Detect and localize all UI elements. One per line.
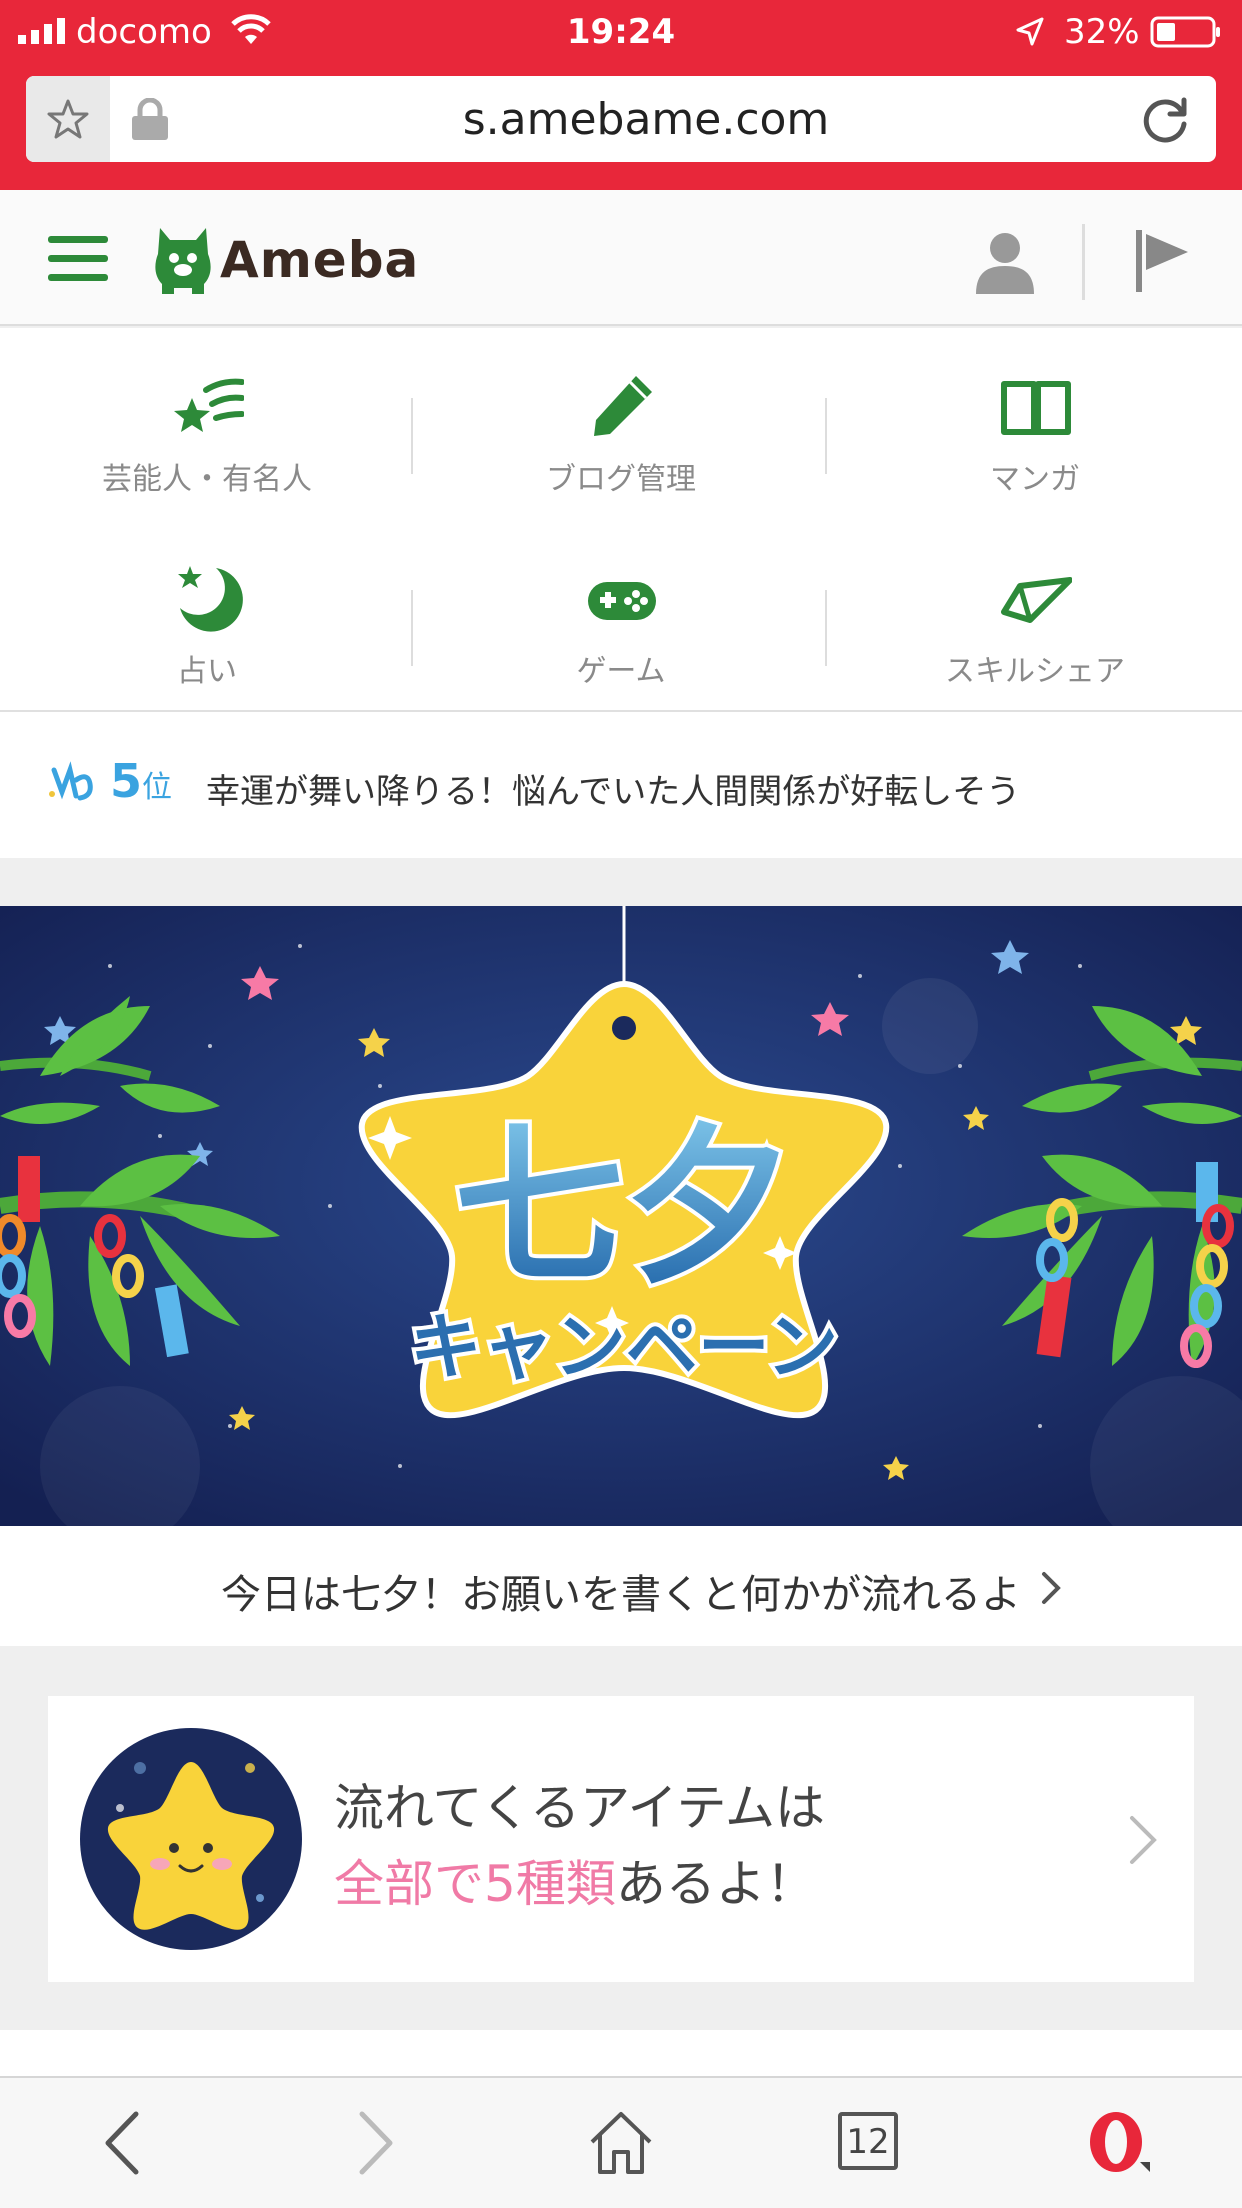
ameba-logo[interactable]: Ameba [152,224,419,296]
tanabata-campaign-banner[interactable]: 七夕 キャンペーン [0,906,1242,1526]
banner-artwork: 七夕 キャンペーン [0,906,1242,1526]
fortune-message: 幸運が舞い降りる！悩んでいた人間関係が好転しそう [206,772,1021,812]
status-bar: docomo 19:24 32% [0,0,1242,62]
location-arrow-icon [1016,17,1044,46]
menu-label: マンガ [990,462,1080,497]
star-character-icon [80,1728,302,1950]
forward-icon[interactable] [338,2108,408,2178]
url-text[interactable]: s.amebame.com [186,94,1106,145]
banner-caption-link[interactable]: 今日は七夕！お願いを書くと何かが流れるよ [0,1526,1242,1646]
hamburger-menu-icon[interactable] [48,236,108,282]
battery-percent: 32% [1064,12,1140,52]
menu-item-manga[interactable]: マンガ [828,328,1242,520]
browser-toolbar: 12 [0,2076,1242,2208]
rank-number: 5 [110,754,143,808]
category-menu: 芸能人・有名人 ブログ管理 マンガ 占い ゲーム スキルシェア [0,328,1242,712]
card-line-1: 流れてくるアイテムは [334,1779,825,1837]
menu-divider [825,398,827,474]
lock-icon [132,98,168,140]
star-icon [47,99,89,139]
rank-unit: 位 [142,770,173,805]
menu-label: 芸能人・有名人 [102,462,312,497]
celebrity-star-icon [174,378,244,432]
logo-text: Ameba [220,231,420,289]
menu-item-celebrity[interactable]: 芸能人・有名人 [0,328,414,520]
moon-star-icon [178,566,243,632]
info-card[interactable]: 流れてくるアイテムは 全部で5種類あるよ！ [48,1696,1194,1982]
app-header: Ameba [0,190,1242,326]
pencil-icon [594,376,652,436]
ameba-mascot-icon [155,228,211,294]
zodiac-sign-icon [49,761,93,801]
menu-label: 占い [177,654,237,689]
fortune-rank-row[interactable]: 5位 幸運が舞い降りる！悩んでいた人間関係が好転しそう [0,712,1242,858]
info-card-section: 流れてくるアイテムは 全部で5種類あるよ！ [0,1646,1242,2030]
reload-icon[interactable] [1138,92,1192,146]
chevron-right-icon [1130,1816,1157,1864]
opera-menu-icon[interactable] [1084,2108,1154,2178]
back-icon[interactable] [90,2108,160,2178]
menu-divider [411,398,413,474]
tabs-button[interactable]: 12 [838,2112,898,2170]
flag-icon[interactable] [1132,228,1192,294]
fortune-rank: 5位 [110,754,172,808]
paper-plane-icon [1001,577,1072,623]
user-icon[interactable] [974,230,1036,294]
menu-item-skill-share[interactable]: スキルシェア [828,520,1242,712]
card-line-2-rest: あるよ！ [615,1855,816,1913]
menu-divider [411,590,413,666]
header-divider [1082,224,1085,300]
menu-label: ゲーム [576,654,666,689]
clock: 19:24 [566,12,676,52]
menu-divider [825,590,827,666]
menu-item-game[interactable]: ゲーム [414,520,828,712]
book-icon [1001,381,1071,435]
banner-subtitle: キャンペーン [410,1305,838,1389]
card-line-2: 全部で5種類あるよ！ [334,1844,816,1916]
gamepad-icon [588,582,656,620]
battery-icon [1150,16,1220,48]
menu-label: スキルシェア [945,654,1125,689]
banner-title: 七夕 [454,1109,794,1307]
menu-item-blog-manage[interactable]: ブログ管理 [414,328,828,520]
menu-item-fortune[interactable]: 占い [0,520,414,712]
address-bar[interactable]: s.amebame.com [26,76,1216,162]
menu-label: ブログ管理 [546,462,696,497]
chevron-right-icon [1042,1572,1061,1604]
home-icon[interactable] [586,2108,656,2178]
bookmark-button[interactable] [26,76,110,162]
card-highlight: 全部で5種類 [334,1855,616,1913]
content-continuation [0,2030,1242,2076]
